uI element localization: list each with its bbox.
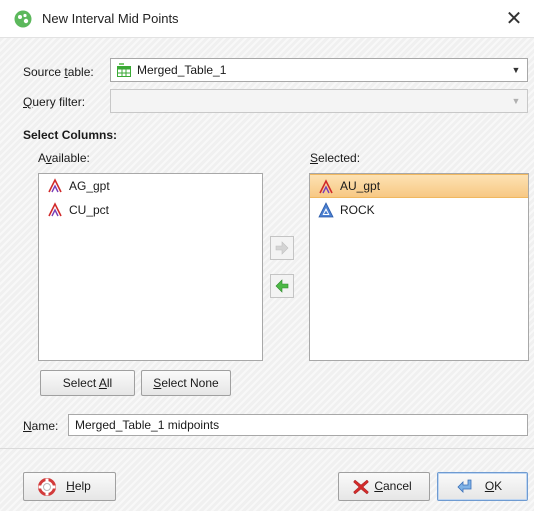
cancel-label: C bbox=[374, 479, 383, 493]
lifebuoy-icon bbox=[38, 478, 56, 496]
ok-label: O bbox=[484, 479, 495, 493]
arrow-right-icon bbox=[275, 241, 289, 255]
window-title: New Interval Mid Points bbox=[42, 11, 179, 26]
selected-label: Selected: bbox=[310, 151, 361, 165]
query-filter-label: Query filter: bbox=[23, 95, 86, 109]
help-button[interactable]: Help bbox=[23, 472, 116, 501]
title-bar: New Interval Mid Points ✕ bbox=[0, 0, 534, 38]
query-filter-combo[interactable]: ▼ bbox=[110, 89, 528, 113]
selected-list[interactable]: AU_gpt ROCK bbox=[309, 173, 529, 361]
help-label-rest: elp bbox=[74, 479, 91, 493]
source-table-value: Merged_Table_1 bbox=[137, 63, 227, 77]
list-item-label: CU_pct bbox=[69, 203, 110, 217]
numeric-column-icon bbox=[48, 178, 62, 193]
remove-column-button[interactable] bbox=[270, 274, 294, 298]
dialog-window: New Interval Mid Points ✕ Source table: … bbox=[0, 0, 534, 511]
add-column-button[interactable] bbox=[270, 236, 294, 260]
list-item-rock[interactable]: ROCK bbox=[310, 198, 528, 222]
list-item-cu-pct[interactable]: CU_pct bbox=[39, 198, 262, 222]
arrow-left-icon bbox=[275, 279, 289, 293]
category-column-icon bbox=[318, 202, 334, 218]
chevron-down-icon[interactable]: ▼ bbox=[505, 59, 527, 81]
cancel-button[interactable]: Cancel bbox=[338, 472, 430, 501]
list-item-label: ROCK bbox=[340, 203, 375, 217]
ok-label-rest: K bbox=[494, 479, 503, 493]
source-table-combo[interactable]: Merged_Table_1 ▼ bbox=[110, 58, 528, 82]
cancel-x-icon bbox=[353, 479, 369, 495]
select-all-button[interactable]: Select All bbox=[40, 370, 135, 396]
available-label: Available: bbox=[38, 151, 90, 165]
source-table-label: Source table: bbox=[23, 65, 94, 79]
numeric-column-icon bbox=[319, 179, 333, 194]
list-item-ag-gpt[interactable]: AG_gpt bbox=[39, 174, 262, 198]
divider bbox=[0, 448, 534, 449]
select-none-button[interactable]: Select None bbox=[141, 370, 231, 396]
chevron-down-icon[interactable]: ▼ bbox=[505, 90, 527, 112]
available-list[interactable]: AG_gpt CU_pct bbox=[38, 173, 263, 361]
numeric-column-icon bbox=[48, 202, 62, 217]
list-item-label: AG_gpt bbox=[69, 179, 110, 193]
list-item-au-gpt[interactable]: AU_gpt bbox=[310, 174, 528, 198]
select-columns-heading: Select Columns: bbox=[23, 128, 118, 142]
list-item-label: AU_gpt bbox=[340, 179, 381, 193]
name-field[interactable]: Merged_Table_1 midpoints bbox=[68, 414, 528, 436]
cancel-label-rest: ancel bbox=[382, 479, 412, 493]
name-label: Name: bbox=[23, 419, 59, 433]
enter-arrow-icon bbox=[457, 479, 472, 493]
help-label: H bbox=[66, 479, 75, 493]
ok-button[interactable]: OK bbox=[437, 472, 528, 501]
table-icon bbox=[117, 63, 131, 77]
close-button[interactable]: ✕ bbox=[494, 0, 534, 38]
app-logo-icon bbox=[14, 10, 32, 28]
